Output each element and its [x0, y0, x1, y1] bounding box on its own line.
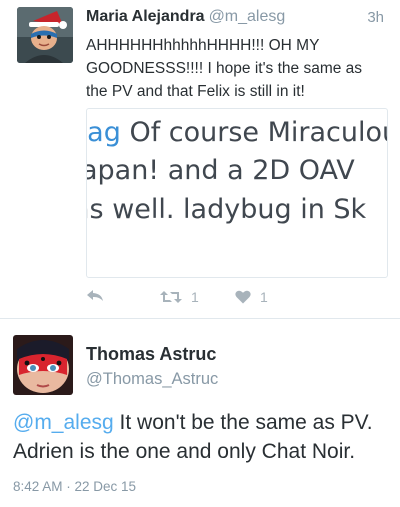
thomas-avatar-image	[13, 335, 73, 395]
media-text-line-3: as well. ladybug in Sk	[86, 194, 367, 225]
maria-avatar[interactable]	[17, 7, 73, 63]
maria-display-name[interactable]: Maria Alejandra @m_alesg	[86, 8, 285, 26]
heart-icon	[235, 290, 251, 304]
media-text-line-1-rest: Of course Miraculous	[120, 117, 388, 148]
maria-name[interactable]: Maria Alejandra	[86, 8, 205, 25]
media-text-line-1: zag Of course Miraculous	[87, 117, 388, 148]
media-text-tag: zag	[87, 117, 121, 148]
reply-tweet-time: 3h	[367, 9, 384, 26]
like-count: 1	[260, 289, 268, 305]
thomas-display-name[interactable]: Thomas Astruc	[86, 344, 216, 365]
maria-handle[interactable]: @m_alesg	[209, 8, 286, 25]
reply-tweet-media[interactable]: zag Of course Miraculous Japan! and a 2D…	[86, 108, 388, 278]
retweet-button[interactable]: 1	[160, 289, 199, 305]
maria-avatar-image	[17, 7, 73, 63]
thomas-avatar[interactable]	[13, 335, 73, 395]
retweet-icon	[160, 290, 182, 304]
retweet-count: 1	[191, 289, 199, 305]
mention-link[interactable]: @m_alesg	[13, 411, 114, 434]
reply-button[interactable]	[86, 289, 104, 303]
main-tweet-text: @m_alesg It won't be the same as PV. Adr…	[13, 408, 393, 466]
like-button[interactable]: 1	[235, 289, 268, 305]
reply-tweet-text: AHHHHHHhhhhhHHHH!!! OH MY GOODNESSS!!!! …	[86, 37, 363, 100]
media-text-line-2: Japan! and a 2D OAV	[86, 155, 355, 186]
reply-tweet[interactable]: Maria Alejandra @m_alesg 3h AHHHHHHhhhhhH…	[0, 0, 400, 318]
main-tweet-timestamp[interactable]: 8:42 AM · 22 Dec 15	[13, 479, 136, 494]
tweet-divider	[0, 318, 400, 319]
thomas-handle[interactable]: @Thomas_Astruc	[86, 370, 218, 389]
reply-arrow-icon	[86, 289, 104, 303]
tweet-actions: 1 1	[0, 289, 400, 309]
